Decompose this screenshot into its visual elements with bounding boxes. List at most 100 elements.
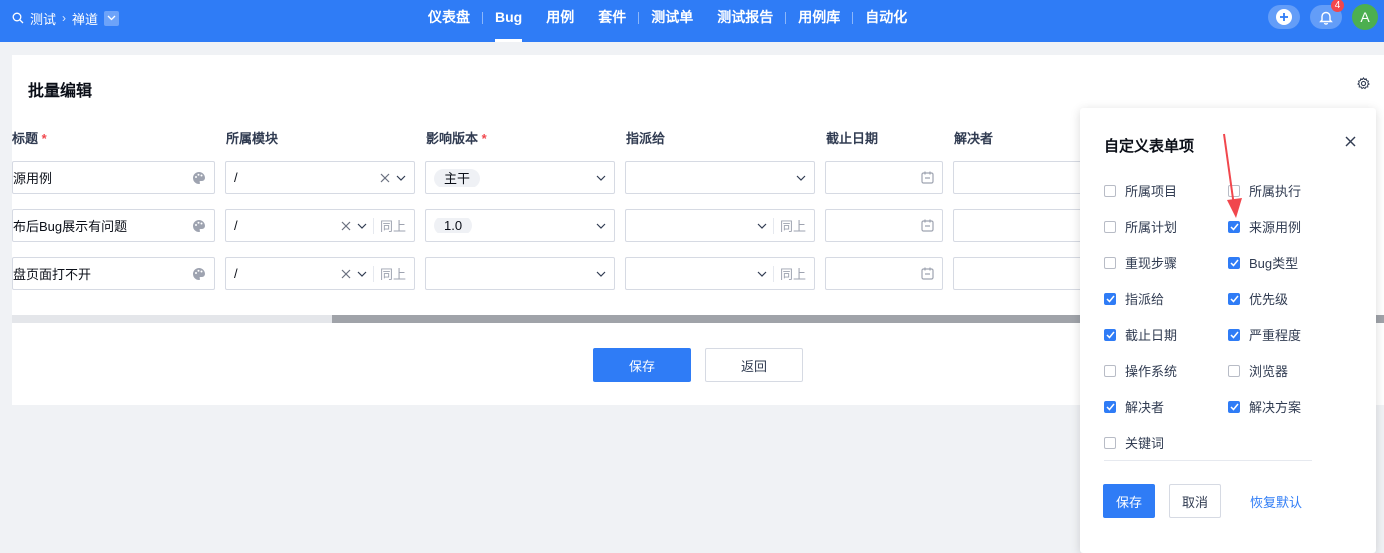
palette-icon[interactable] (192, 267, 206, 281)
ditto-toggle[interactable]: 同上 (780, 216, 806, 235)
nav-dashboard[interactable]: 仪表盘 (416, 0, 482, 42)
field-option[interactable]: 所属项目 (1104, 181, 1177, 200)
deadline-input[interactable] (825, 257, 943, 290)
checkbox[interactable] (1104, 256, 1116, 269)
create-button[interactable] (1268, 5, 1300, 29)
field-option[interactable]: 重现步骤 (1104, 253, 1177, 272)
module-select[interactable]: / 同上 (225, 209, 415, 242)
field-option-label: 关键词 (1125, 436, 1165, 451)
resolver-select[interactable] (953, 161, 1093, 194)
build-select[interactable]: 1.0 (425, 209, 615, 242)
checkbox[interactable] (1104, 436, 1116, 449)
nav-testtask[interactable]: 测试单 (639, 0, 705, 42)
deadline-input[interactable] (825, 209, 943, 242)
field-option[interactable]: 截止日期 (1104, 325, 1177, 344)
calendar-icon[interactable] (921, 171, 934, 184)
checkbox-checked[interactable] (1104, 400, 1116, 413)
checkbox[interactable] (1104, 220, 1116, 233)
clear-icon[interactable] (341, 269, 351, 279)
checkbox-checked[interactable] (1228, 400, 1240, 413)
calendar-icon[interactable] (921, 267, 934, 280)
field-option[interactable]: 严重程度 (1228, 325, 1301, 344)
save-button[interactable]: 保存 (593, 348, 691, 382)
main-nav: 仪表盘 Bug 用例 套件 测试单 测试报告 用例库 自动化 (416, 0, 919, 42)
search-icon[interactable] (12, 12, 24, 24)
breadcrumb: 测试 › 禅道 (12, 0, 120, 36)
avatar[interactable]: A (1352, 4, 1378, 30)
chevron-down-icon[interactable] (796, 175, 806, 181)
deadline-input[interactable] (825, 161, 943, 194)
nav-bug[interactable]: Bug (483, 0, 534, 42)
field-option[interactable]: 关键词 (1104, 433, 1164, 452)
checkbox-checked[interactable] (1104, 292, 1116, 305)
assigned-select[interactable]: 同上 (625, 209, 815, 242)
field-option[interactable]: 指派给 (1104, 289, 1164, 308)
chevron-down-icon[interactable] (596, 271, 606, 277)
clear-icon[interactable] (341, 221, 351, 231)
palette-icon[interactable] (192, 219, 206, 233)
calendar-icon[interactable] (921, 219, 934, 232)
checkbox-checked[interactable] (1228, 220, 1240, 233)
checkbox-checked[interactable] (1104, 328, 1116, 341)
module-select[interactable]: / (225, 161, 415, 194)
assigned-select[interactable]: 同上 (625, 257, 815, 290)
field-option[interactable]: 所属计划 (1104, 217, 1177, 236)
field-option[interactable]: 优先级 (1228, 289, 1288, 308)
chevron-down-icon[interactable] (357, 271, 367, 277)
build-select[interactable] (425, 257, 615, 290)
search-label[interactable]: 测试 (30, 9, 56, 28)
nav-case[interactable]: 用例 (534, 0, 586, 42)
restore-default-link[interactable]: 恢复默认 (1246, 484, 1306, 518)
title-input[interactable]: 源用例 (12, 161, 215, 194)
nav-automation[interactable]: 自动化 (853, 0, 919, 42)
build-select[interactable]: 主干 (425, 161, 615, 194)
chevron-down-icon[interactable] (596, 175, 606, 181)
module-value: / (234, 266, 238, 281)
checkbox[interactable] (1104, 364, 1116, 377)
checkbox-checked[interactable] (1228, 292, 1240, 305)
field-option[interactable]: Bug类型 (1228, 253, 1298, 272)
assigned-select[interactable] (625, 161, 815, 194)
chevron-down-icon[interactable] (357, 223, 367, 229)
ditto-toggle[interactable]: 同上 (380, 264, 406, 283)
divider (1104, 460, 1312, 461)
clear-icon[interactable] (380, 173, 390, 183)
nav-suite[interactable]: 套件 (586, 0, 638, 42)
back-button[interactable]: 返回 (705, 348, 803, 382)
nav-testreport[interactable]: 测试报告 (705, 0, 785, 42)
product-switcher-label[interactable]: 禅道 (72, 9, 98, 28)
notification-button[interactable]: 4 (1310, 0, 1344, 29)
required-mark: * (41, 131, 47, 146)
title-value: 布后Bug展示有问题 (13, 219, 128, 234)
chevron-down-icon[interactable] (757, 271, 767, 277)
palette-icon[interactable] (192, 171, 206, 185)
title-input[interactable]: 盘页面打不开 (12, 257, 215, 290)
field-option[interactable]: 解决方案 (1228, 397, 1301, 416)
chevron-down-icon[interactable] (104, 10, 120, 26)
field-option-label: 所属计划 (1125, 220, 1178, 235)
field-option[interactable]: 解决者 (1104, 397, 1164, 416)
ditto-toggle[interactable]: 同上 (780, 264, 806, 283)
popup-cancel-button[interactable]: 取消 (1169, 484, 1221, 518)
checkbox-checked[interactable] (1228, 256, 1240, 269)
chevron-down-icon[interactable] (596, 223, 606, 229)
check-icon (1105, 331, 1115, 339)
chevron-down-icon[interactable] (396, 175, 406, 181)
close-icon[interactable] (1345, 136, 1356, 147)
nav-caselib[interactable]: 用例库 (786, 0, 852, 42)
chevron-down-icon[interactable] (757, 223, 767, 229)
checkbox[interactable] (1104, 184, 1116, 197)
build-tag: 主干 (434, 169, 481, 187)
checkbox-checked[interactable] (1228, 328, 1240, 341)
field-option[interactable]: 浏览器 (1228, 361, 1288, 380)
checkbox[interactable] (1228, 364, 1240, 377)
gear-icon[interactable] (1357, 77, 1370, 90)
popup-save-button[interactable]: 保存 (1103, 484, 1155, 518)
field-option-label: 优先级 (1249, 292, 1289, 307)
field-option[interactable]: 操作系统 (1104, 361, 1177, 380)
resolver-select[interactable] (953, 257, 1093, 290)
module-select[interactable]: / 同上 (225, 257, 415, 290)
resolver-select[interactable] (953, 209, 1093, 242)
ditto-toggle[interactable]: 同上 (380, 216, 406, 235)
title-input[interactable]: 布后Bug展示有问题 (12, 209, 215, 242)
